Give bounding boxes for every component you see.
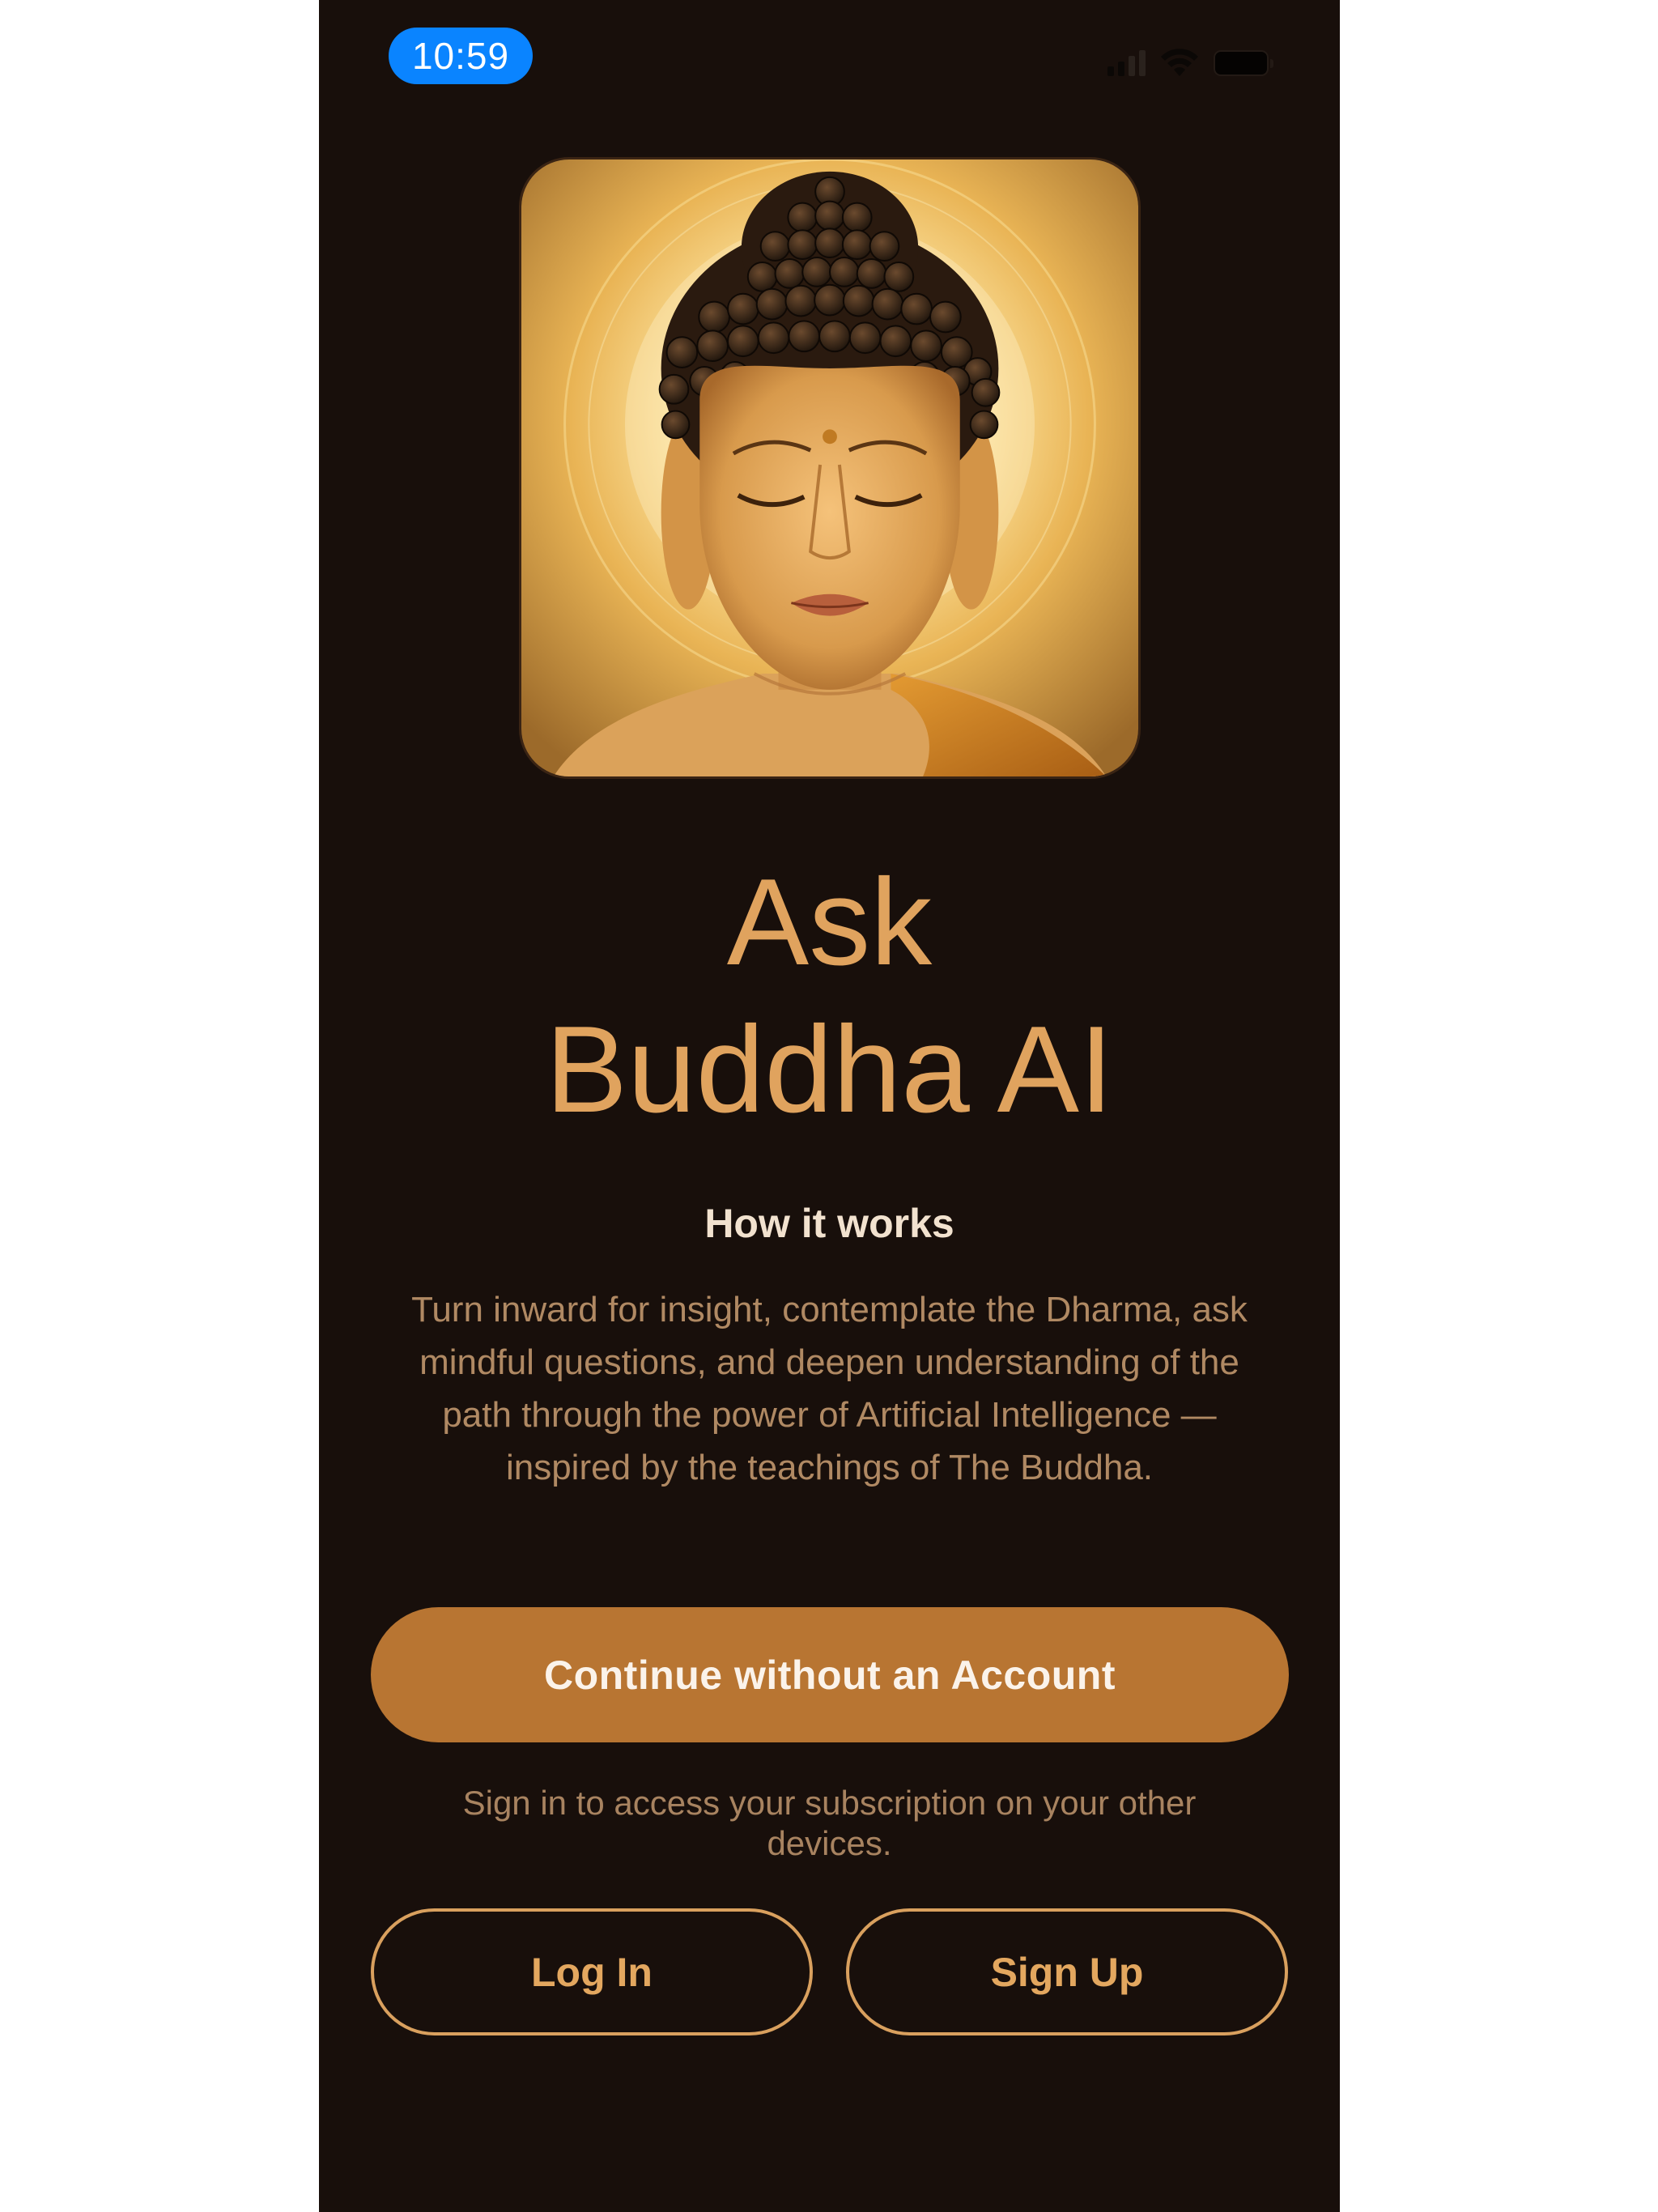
battery-icon: [1214, 50, 1273, 76]
status-time: 10:59: [389, 28, 533, 84]
app-title-line-1: Ask: [726, 853, 933, 991]
continue-without-account-button[interactable]: Continue without an Account: [371, 1607, 1289, 1742]
buddha-portrait-image: [519, 157, 1141, 779]
wifi-icon: [1161, 49, 1198, 76]
sign-up-button[interactable]: Sign Up: [846, 1908, 1288, 2035]
how-it-works-heading: How it works: [704, 1201, 954, 1246]
app-title-line-2: Buddha AI: [545, 1001, 1114, 1138]
signin-note: Sign in to access your subscription on y…: [462, 1784, 1197, 1862]
log-in-button[interactable]: Log In: [371, 1908, 813, 2035]
how-it-works-description: Turn inward for insight, contemplate the…: [411, 1290, 1248, 1487]
app-title: Ask Buddha AI: [319, 849, 1340, 1143]
status-icons: [1107, 47, 1273, 79]
cellular-signal-icon: [1107, 50, 1146, 76]
app-screen: 10:59 Ask Buddha AI How it works Turn in…: [319, 0, 1340, 2212]
